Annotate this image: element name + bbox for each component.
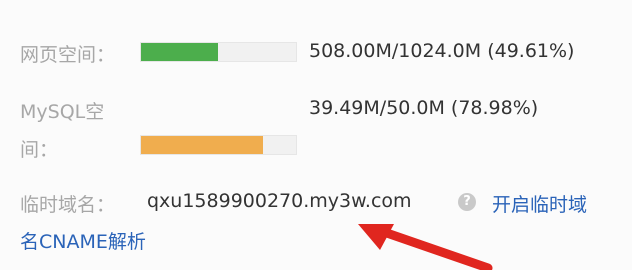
web-space-progress-fill [141,43,218,61]
enable-temp-domain-cname-link-cont[interactable]: 名CNAME解析 [20,227,146,254]
mysql-space-progress-bar [140,135,297,155]
temp-domain-value[interactable]: qxu1589900270.my3w.com [147,190,412,212]
web-space-label: 网页空间： [20,44,116,66]
mysql-space-label-cont: 间： [20,139,59,161]
help-icon[interactable]: ? [458,193,476,211]
mysql-space-label: MySQL空 [20,101,105,123]
mysql-space-usage: 39.49M/50.0M (78.98%) [309,97,539,119]
temp-domain-label: 临时域名： [20,194,116,216]
mysql-space-progress-fill [141,136,264,154]
web-space-usage: 508.00M/1024.0M (49.61%) [309,40,575,62]
annotation-arrow-icon [358,224,493,270]
enable-temp-domain-cname-link[interactable]: 开启临时域 [492,190,587,217]
web-space-progress-bar [140,42,297,62]
